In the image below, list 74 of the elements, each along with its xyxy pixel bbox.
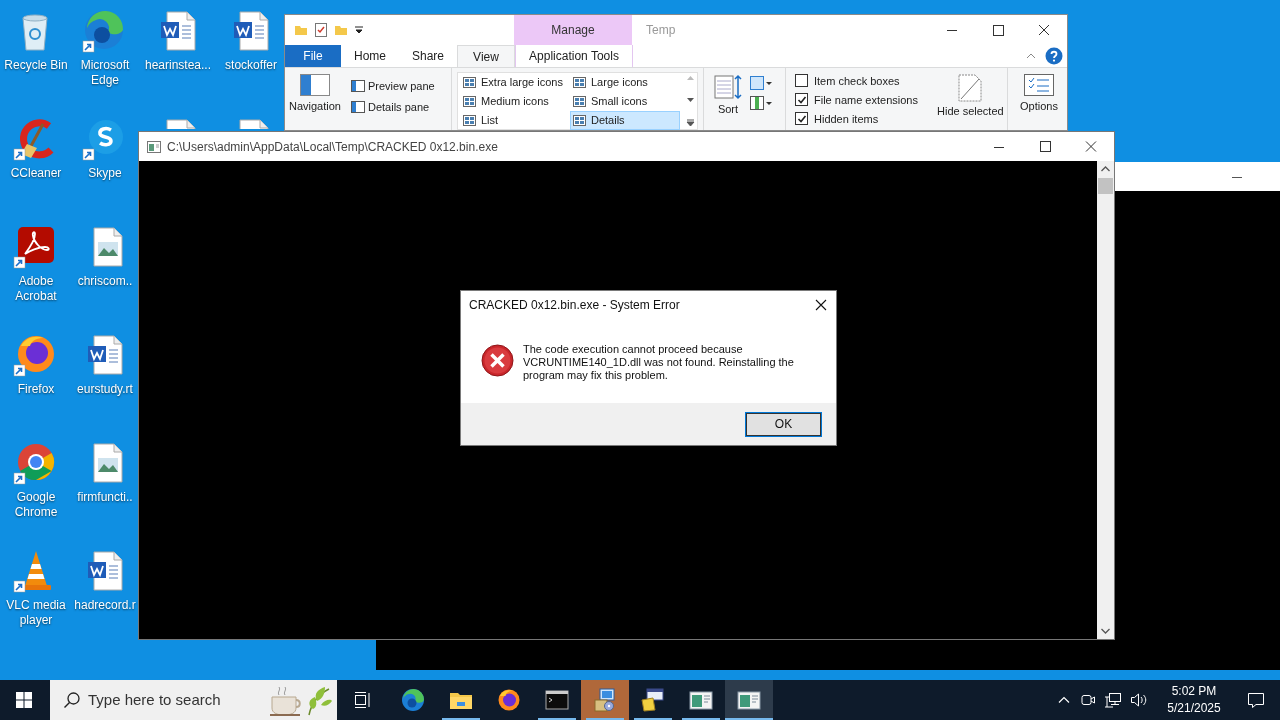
- checkmark-icon: [796, 94, 807, 105]
- ribbon-tab[interactable]: File: [285, 45, 341, 67]
- hide-items-icon: [958, 74, 983, 102]
- layout-option[interactable]: Extra large icons: [460, 73, 570, 92]
- hide-selected-button[interactable]: Hide selected: [937, 74, 1004, 130]
- ribbon-tab[interactable]: Application Tools: [515, 45, 633, 67]
- scroll-thumb[interactable]: [1098, 178, 1113, 194]
- pane-button[interactable]: Details pane: [351, 101, 435, 113]
- properties-icon[interactable]: [314, 22, 328, 38]
- window-title: Temp: [646, 22, 676, 39]
- error-message: The code execution cannot proceed because VCRUNTIME140_1D.dll was not found. Reinstalling the program may fix this problem.: [523, 343, 795, 382]
- installer-icon: [593, 688, 617, 712]
- layout-icon: [573, 77, 586, 88]
- navigation-pane-icon: [300, 74, 330, 96]
- ribbon-tab[interactable]: Share: [399, 45, 457, 67]
- ribbon-tab[interactable]: View: [457, 45, 515, 67]
- options-button[interactable]: Options: [1020, 74, 1058, 130]
- scrollbar[interactable]: [1097, 161, 1114, 639]
- group-by-icon[interactable]: [750, 76, 772, 90]
- clock-date: 5/21/2025: [1167, 700, 1221, 717]
- sort-button[interactable]: Sort: [714, 74, 742, 130]
- notification-icon: [1247, 691, 1265, 709]
- navigation-pane-button[interactable]: Navigation: [289, 68, 341, 112]
- console-app-icon: [147, 140, 161, 153]
- installer-icon: [641, 688, 665, 712]
- layout-icon: [573, 115, 586, 126]
- layout-option[interactable]: List: [460, 111, 570, 130]
- checkbox-option[interactable]: File name extensions: [795, 93, 937, 106]
- pane-button[interactable]: Preview pane: [351, 80, 435, 92]
- ok-button[interactable]: OK: [746, 412, 821, 436]
- error-icon: [481, 344, 514, 377]
- checkmark-icon: [796, 113, 807, 124]
- search-field[interactable]: Type here to search: [88, 688, 258, 712]
- app-window-icon: [689, 688, 713, 712]
- checkbox-option[interactable]: Hidden items: [795, 112, 937, 125]
- layout-icon: [463, 115, 476, 126]
- checkbox[interactable]: [795, 93, 808, 106]
- windows-logo-icon: [16, 692, 32, 708]
- search-box[interactable]: Type here to search: [50, 680, 337, 720]
- window-title: C:\Users\admin\AppData\Local\Temp\CRACKED 0x12.bin.exe: [167, 138, 498, 156]
- ribbon-tab[interactable]: Home: [341, 45, 399, 67]
- layout-icon: [573, 96, 586, 107]
- taskbar-app-button[interactable]: [725, 680, 773, 720]
- task-view-icon: [354, 691, 372, 709]
- add-columns-icon[interactable]: [750, 96, 772, 110]
- dialog-title: CRACKED 0x12.bin.exe - System Error: [469, 297, 680, 314]
- close-icon[interactable]: [814, 298, 828, 312]
- scroll-down-icon[interactable]: [685, 97, 695, 103]
- dropdown-icon[interactable]: [354, 25, 364, 35]
- help-icon[interactable]: [1045, 47, 1063, 65]
- sort-icon: [714, 74, 742, 100]
- layout-icon: [463, 96, 476, 107]
- browser-icon: [497, 688, 521, 712]
- pane-icon: [351, 80, 365, 92]
- search-icon: [62, 690, 82, 710]
- volume-icon[interactable]: [1130, 692, 1148, 708]
- clock[interactable]: 5:02 PM 5/21/2025: [1156, 683, 1232, 717]
- camera-icon[interactable]: [1080, 692, 1096, 708]
- expand-gallery-icon[interactable]: [685, 119, 695, 127]
- checkbox[interactable]: [795, 112, 808, 125]
- context-tab-header: Manage: [514, 15, 632, 45]
- layout-option[interactable]: Small icons: [570, 92, 680, 111]
- clock-time: 5:02 PM: [1171, 683, 1217, 700]
- network-icon[interactable]: [1104, 692, 1122, 708]
- layout-option[interactable]: Large icons: [570, 73, 680, 92]
- checkbox[interactable]: [795, 74, 808, 87]
- browser-icon: [401, 688, 425, 712]
- layout-option[interactable]: Details: [570, 111, 680, 130]
- checkbox-option[interactable]: Item check boxes: [795, 74, 937, 87]
- terminal-icon: [545, 688, 569, 712]
- app-window-icon: [737, 688, 761, 712]
- layout-option[interactable]: Medium icons: [460, 92, 570, 111]
- layout-icon: [463, 77, 476, 88]
- pane-icon: [351, 101, 365, 113]
